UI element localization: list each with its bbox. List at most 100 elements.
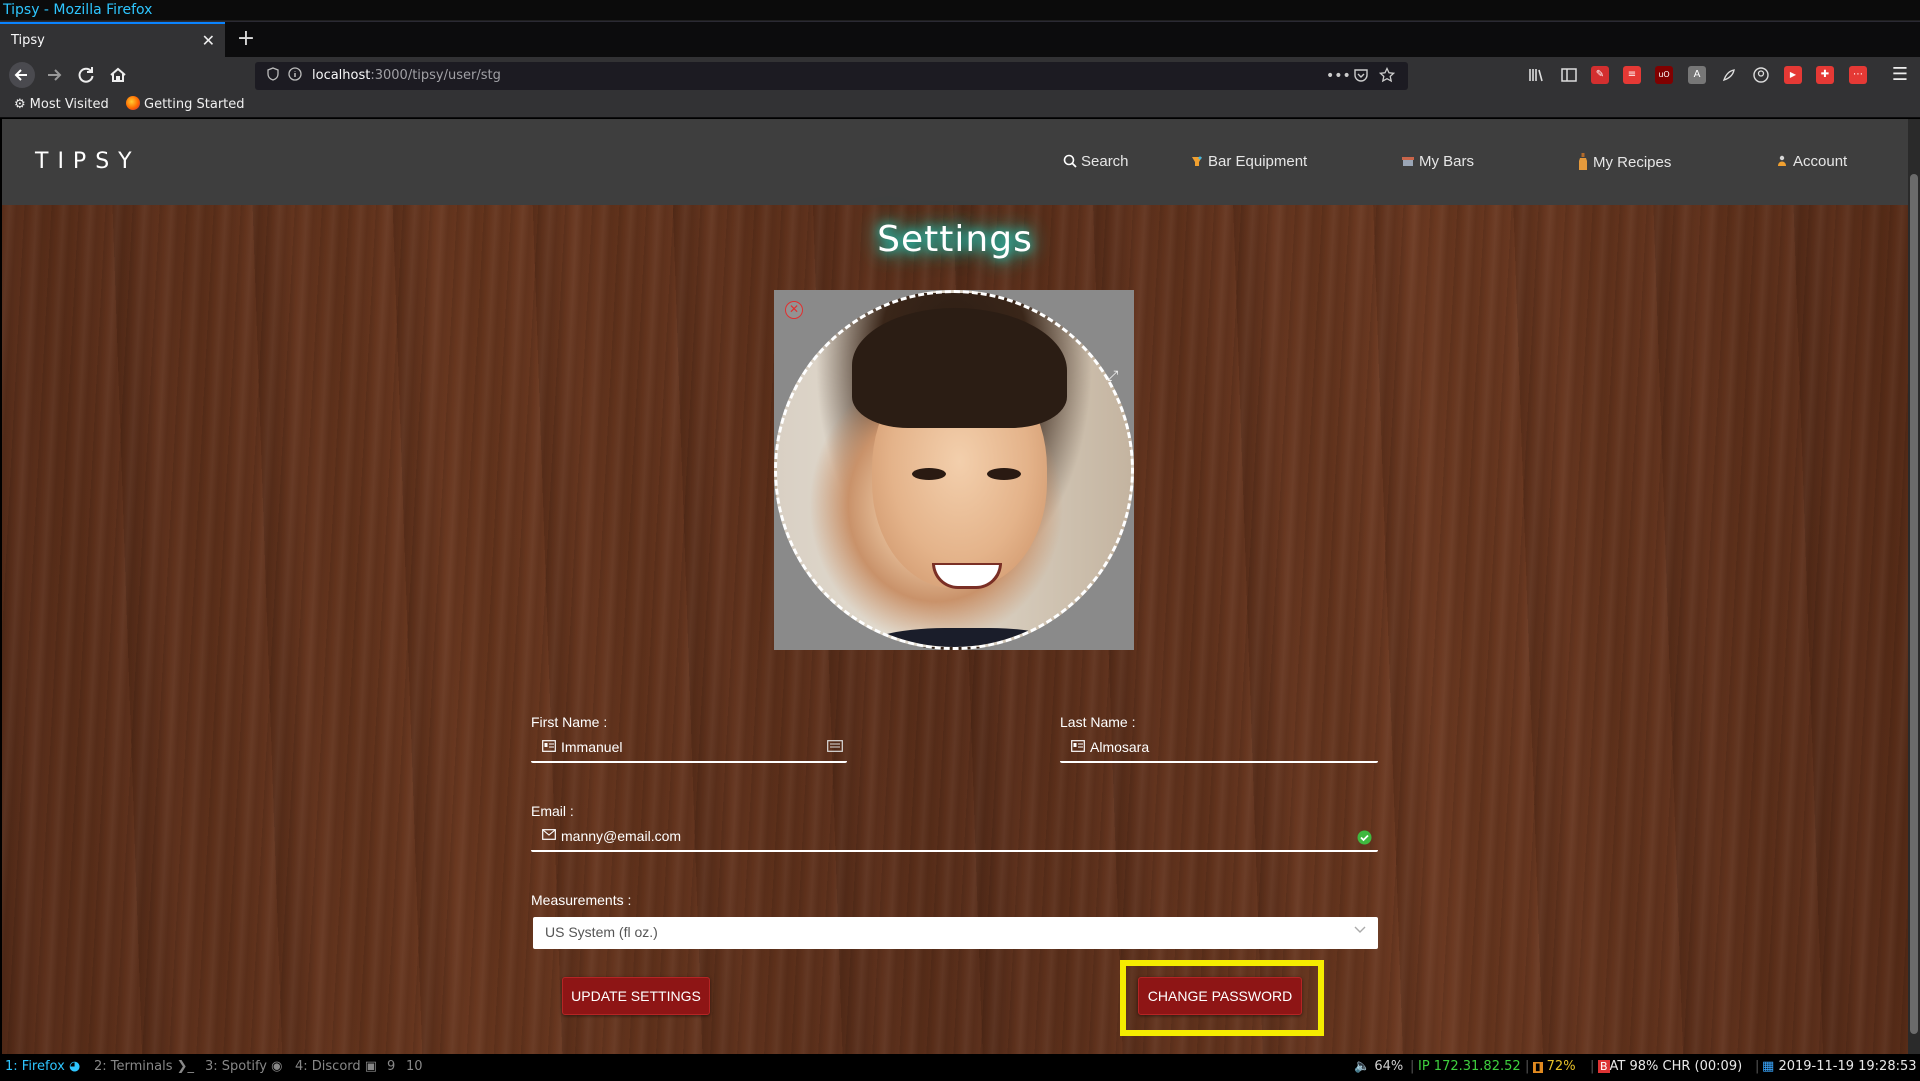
nav-my-recipes[interactable]: My Recipes [1577,153,1671,171]
url-text[interactable]: localhost:3000/tipsy/user/stg [312,62,501,90]
avatar-hair [852,308,1067,428]
puzzle-extension-icon[interactable]: ✚ [1816,66,1834,84]
workspace-4[interactable]: 4: Discord ▣ [295,1054,377,1080]
site-logo[interactable]: TIPSY [35,149,141,174]
wifi-value: 72% [1546,1059,1576,1074]
nav-account-label: Account [1793,153,1848,170]
url-host: localhost [312,68,371,83]
my-bars-icon [1401,153,1415,169]
last-name-field[interactable] [1060,736,1378,763]
first-name-input[interactable] [561,739,814,755]
todoist-extension-icon[interactable]: ≡ [1623,66,1641,84]
nav-bar-equipment-label: Bar Equipment [1208,153,1308,170]
last-name-input[interactable] [1090,739,1345,755]
pocket-icon[interactable] [1353,62,1369,90]
url-bar[interactable]: localhost:3000/tipsy/user/stg ••• [255,62,1408,90]
url-path: :3000/tipsy/user/stg [370,68,501,83]
tab-title: Tipsy [11,33,45,48]
avatar[interactable] [774,290,1134,650]
page-actions-icon[interactable]: ••• [1326,62,1351,90]
nav-account[interactable]: Account [1775,153,1847,170]
bottle-icon [1577,153,1589,171]
home-icon[interactable] [104,61,132,89]
youtube-extension-icon[interactable]: ▶ [1784,66,1802,84]
site-info-icon[interactable] [288,62,302,90]
avatar-eye [912,468,946,480]
bookmark-label: Most Visited [29,97,109,112]
avatar-cropper[interactable]: ✕ ⤢ [774,290,1134,650]
battery-icon: B [1598,1060,1610,1073]
nav-my-bars[interactable]: My Bars [1401,153,1474,170]
battery-status: B AT 98% CHR (00:09) [1598,1054,1742,1080]
site-header: TIPSY Search Bar Equipment My Bars My Re… [2,119,1908,205]
forward-icon[interactable] [40,61,68,89]
volume-value: 64% [1374,1059,1404,1074]
new-tab-button[interactable]: + [232,22,260,58]
back-icon[interactable] [8,61,36,89]
nav-bar-equipment[interactable]: Bar Equipment [1190,153,1307,170]
firefox-icon [126,96,140,110]
clock-status: ▦ 2019-11-19 19:28:53 [1762,1054,1917,1080]
change-password-button[interactable]: CHANGE PASSWORD [1138,977,1302,1015]
ip-status: IP 172.31.82.52 [1418,1059,1521,1074]
email-input[interactable] [561,828,1239,844]
workspace-label: 4: Discord [295,1059,361,1074]
id-card-icon [542,740,556,756]
bookmark-most-visited[interactable]: ⚙ Most Visited [14,93,109,117]
bookmarks-toolbar: ⚙ Most Visited Getting Started [0,93,1920,118]
contact-card-icon [827,740,843,756]
battery-value: AT 98% CHR (00:09) [1609,1059,1743,1074]
separator: | [1410,1059,1415,1074]
measurements-select[interactable]: US System (fl oz.) [533,917,1378,949]
first-name-label: First Name : [531,714,608,730]
remove-photo-icon[interactable]: ✕ [785,301,803,319]
measurements-selected-value: US System (fl oz.) [545,924,658,940]
nav-my-bars-label: My Bars [1419,153,1475,170]
volume-status: 🔈 64% [1354,1054,1403,1080]
firefox-icon: ◕ [68,1059,81,1074]
scrollbar-thumb[interactable] [1910,174,1918,1034]
tracking-shield-icon[interactable] [266,62,280,90]
speaker-icon: 🔈 [1354,1059,1371,1074]
workspace-3[interactable]: 3: Spotify ◉ [205,1054,282,1080]
feather-extension-icon[interactable] [1720,66,1738,84]
datetime-value: 2019-11-19 19:28:53 [1778,1059,1917,1074]
wifi-icon: ▮ [1533,1062,1543,1073]
account-circle-icon[interactable] [1752,66,1770,84]
pen-extension-icon[interactable]: ✎ [1591,66,1609,84]
separator: | [1525,1059,1530,1074]
spotify-icon: ◉ [271,1059,283,1074]
workspace-10[interactable]: 10 [406,1054,423,1080]
envelope-icon [542,829,556,844]
calendar-icon: ▦ [1762,1059,1775,1074]
navigation-toolbar: localhost:3000/tipsy/user/stg ••• ✎ ≡ uO… [0,57,1920,93]
nav-my-recipes-label: My Recipes [1593,154,1672,171]
hamburger-menu-icon[interactable]: ☰ [1886,61,1914,89]
close-tab-icon[interactable]: ✕ [202,24,215,58]
nav-search[interactable]: Search [1063,153,1129,170]
workspace-1[interactable]: 1: Firefox ◕ [5,1054,80,1080]
workspace-2[interactable]: 2: Terminals ❯_ [94,1054,194,1080]
workspace-label: 3: Spotify [205,1059,267,1074]
bookmark-star-icon[interactable] [1378,62,1396,90]
reload-icon[interactable] [72,61,100,89]
wifi-status: ▮ 72% [1533,1054,1576,1081]
email-field[interactable] [531,825,1378,852]
separator: | [1590,1059,1595,1074]
ublock-origin-icon[interactable]: uO [1655,66,1673,84]
bookmark-getting-started[interactable]: Getting Started [126,93,245,117]
reader-extension-icon[interactable]: A [1688,66,1706,84]
check-circle-icon [1357,830,1372,849]
resize-handle-icon[interactable]: ⤢ [1107,368,1118,384]
workspace-9[interactable]: 9 [387,1054,395,1080]
bar-equipment-icon [1190,153,1204,169]
first-name-field[interactable] [531,736,847,763]
avatar-eye [987,468,1021,480]
tab-tipsy[interactable]: Tipsy ✕ [0,22,225,58]
more-extension-icon[interactable]: ⋯ [1849,66,1867,84]
library-icon[interactable] [1527,66,1545,84]
sidebar-icon[interactable] [1560,66,1578,84]
measurements-label: Measurements : [531,892,632,908]
page-scrollbar[interactable] [1908,119,1920,1054]
update-settings-button[interactable]: UPDATE SETTINGS [562,977,710,1015]
